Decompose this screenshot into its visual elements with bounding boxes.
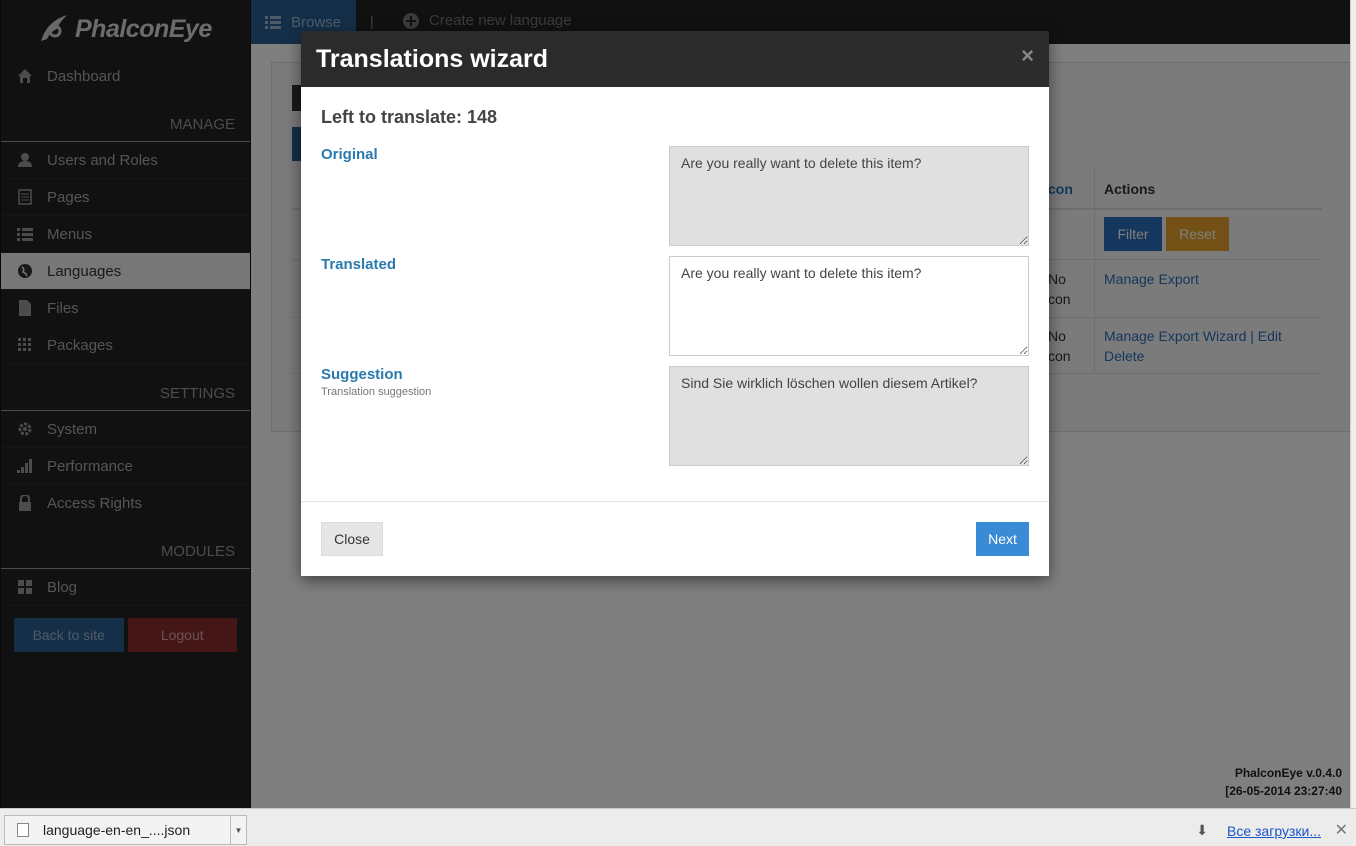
translations-wizard-modal: Translations wizard × Left to translate:… [301, 31, 1049, 576]
page-scrollbar[interactable] [1350, 0, 1356, 808]
translated-textarea[interactable]: Are you really want to delete this item? [669, 256, 1029, 356]
original-label: Original [321, 146, 378, 163]
modal-footer: Close Next [301, 502, 1049, 575]
suggestion-label: Suggestion [321, 366, 403, 383]
left-to-translate-count: Left to translate: 148 [321, 107, 498, 127]
suggestion-textarea[interactable]: Sind Sie wirklich löschen wollen diesem … [669, 366, 1029, 466]
chevron-down-icon[interactable]: ▼ [230, 816, 246, 844]
original-textarea[interactable]: Are you really want to delete this item? [669, 146, 1029, 246]
suggestion-sublabel: Translation suggestion [321, 386, 432, 398]
all-downloads-link[interactable]: Все загрузки... [1227, 823, 1321, 839]
next-button[interactable]: Next [976, 521, 1029, 556]
modal-header: Translations wizard × [301, 31, 1049, 87]
modal-body: Left to translate: 148 Original Are you … [301, 87, 1049, 502]
suggestion-row: Suggestion Translation suggestion Sind S… [321, 366, 1029, 466]
file-icon [17, 823, 29, 837]
download-bar: language-en-en_....json ▼ ⬇ Все загрузки… [0, 808, 1356, 846]
close-icon[interactable]: ✕ [1335, 820, 1348, 840]
translated-label: Translated [321, 256, 397, 273]
original-row: Original Are you really want to delete t… [321, 146, 1029, 246]
translated-row: Translated Are you really want to delete… [321, 256, 1029, 356]
modal-title: Translations wizard [316, 44, 549, 73]
download-arrow-icon: ⬇ [1196, 822, 1208, 838]
download-item[interactable]: language-en-en_....json ▼ [4, 815, 247, 845]
close-icon[interactable]: × [1021, 43, 1034, 69]
close-button[interactable]: Close [321, 521, 383, 556]
download-file-name: language-en-en_....json [43, 822, 191, 838]
